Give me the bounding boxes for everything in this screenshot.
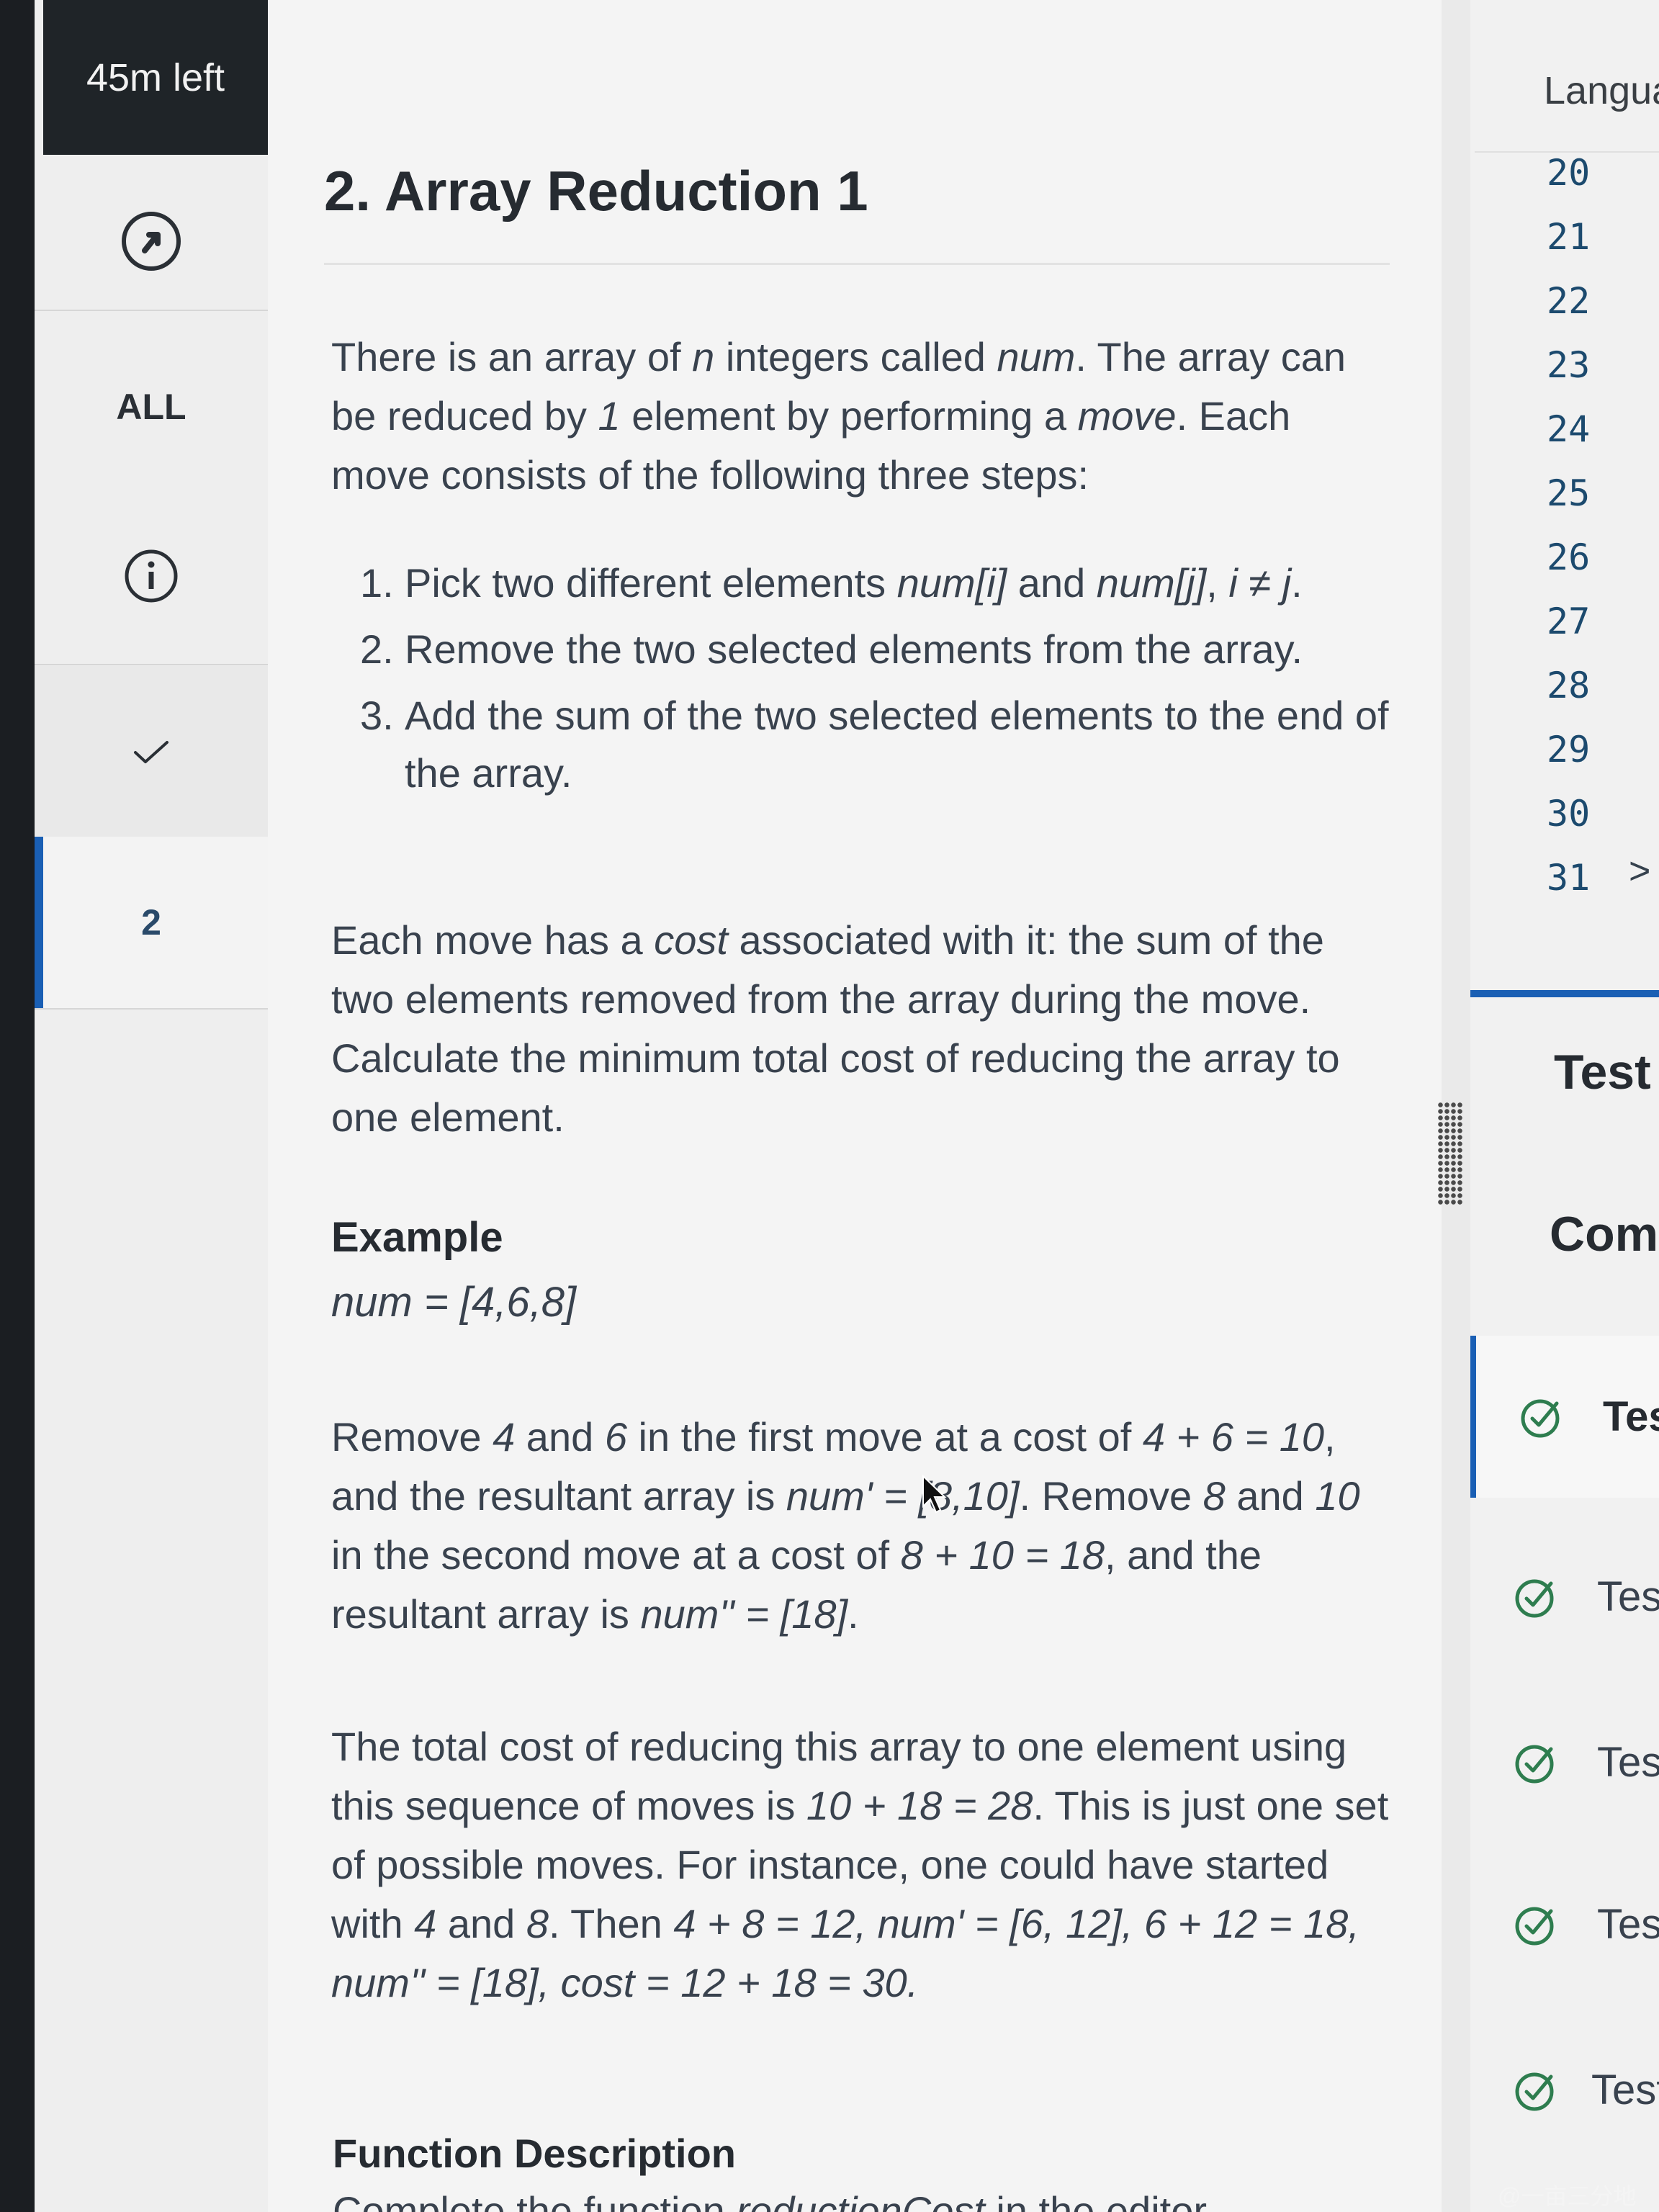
function-description-text: Complete the function reductionCost in t… — [333, 2188, 1208, 2212]
line-number: 28 — [1547, 665, 1591, 706]
check-circle-icon — [1515, 2072, 1554, 2110]
steps-list: 1. Pick two different elements num[i] and… — [360, 554, 1397, 811]
line-number-gutter: 20 21 22 23 24 25 26 27 28 29 30 31 — [1547, 148, 1659, 917]
test-case-label: Tes — [1597, 1573, 1659, 1620]
timer: 45m left — [43, 0, 268, 155]
check-circle-icon — [1521, 1399, 1560, 1437]
step-text: Remove the two selected elements from th… — [405, 626, 1303, 672]
intro-paragraph: There is an array of n integers called n… — [331, 334, 1346, 498]
step-item: 1. Pick two different elements num[i] and… — [360, 554, 1397, 612]
title-divider — [324, 263, 1390, 265]
test-case-label: Test — [1591, 2067, 1659, 2113]
rail-divider — [35, 310, 268, 311]
line-number: 21 — [1547, 216, 1591, 258]
example-heading: Example — [331, 1214, 503, 1261]
line-number: 23 — [1547, 344, 1591, 386]
test-panel-divider[interactable] — [1470, 990, 1659, 997]
test-case-label: Test — [1597, 1739, 1659, 1786]
check-circle-icon — [1515, 1745, 1554, 1783]
test-case-item[interactable]: Test — [1470, 1843, 1659, 2005]
test-case-item[interactable]: Tes — [1470, 1336, 1659, 1498]
all-questions-tab[interactable]: ALL — [35, 360, 268, 454]
line-number: 29 — [1547, 729, 1591, 770]
line-number: 22 — [1547, 280, 1591, 322]
step-number: 2. — [360, 626, 394, 672]
function-description-heading: Function Description — [333, 2131, 736, 2176]
left-rail — [35, 0, 268, 2212]
example-input: num = [4,6,8] — [331, 1279, 577, 1326]
check-circle-icon — [1515, 1907, 1554, 1945]
fold-chevron-icon[interactable]: > — [1629, 850, 1650, 893]
step-item: 2. Remove the two selected elements from … — [360, 621, 1397, 678]
watermark: @一亩三分地 — [1498, 2183, 1637, 2209]
line-number: 20 — [1547, 152, 1591, 194]
test-case-label: Test — [1597, 1901, 1659, 1948]
test-case-item[interactable]: Tes — [1470, 1516, 1659, 1678]
test-case-label: Tes — [1603, 1393, 1659, 1440]
cost-paragraph: Each move has a cost associated with it:… — [331, 917, 1340, 1140]
question-2-tab[interactable]: 2 — [35, 837, 268, 1008]
line-number: 30 — [1547, 793, 1591, 835]
test-case-item[interactable]: Test — [1470, 2009, 1659, 2171]
step-item: 3. Add the sum of the two selected elemen… — [360, 687, 1397, 802]
mouse-pointer-icon — [922, 1474, 947, 1514]
jump-to-icon[interactable] — [35, 187, 268, 295]
step-text: Pick two different elements num[i] and n… — [405, 560, 1303, 606]
problem-title: 2. Array Reduction 1 — [324, 159, 868, 222]
check-circle-icon — [1515, 1579, 1554, 1617]
rail-divider — [35, 664, 268, 665]
line-number: 25 — [1547, 472, 1591, 514]
drag-handle-icon[interactable] — [1437, 1102, 1463, 1206]
language-selector[interactable]: Langua — [1544, 68, 1659, 113]
total-cost-paragraph: The total cost of reducing this array to… — [331, 1724, 1389, 2005]
checkmark-icon — [134, 741, 168, 763]
line-number: 26 — [1547, 536, 1591, 578]
active-indicator — [35, 837, 43, 1008]
step-text: Add the sum of the two selected elements… — [405, 693, 1389, 796]
compile-heading: Com — [1550, 1207, 1659, 1262]
rail-divider — [35, 1008, 268, 1010]
test-results-heading: Test — [1554, 1045, 1651, 1100]
line-number: 27 — [1547, 601, 1591, 642]
line-number: 24 — [1547, 408, 1591, 450]
step-number: 3. — [360, 693, 394, 738]
question-1-completed[interactable] — [35, 666, 268, 839]
step-number: 1. — [360, 560, 394, 606]
test-case-item[interactable]: Test — [1470, 1681, 1659, 1843]
info-icon[interactable] — [35, 518, 268, 634]
moves-paragraph: Remove 4 and 6 in the first move at a co… — [331, 1414, 1360, 1637]
